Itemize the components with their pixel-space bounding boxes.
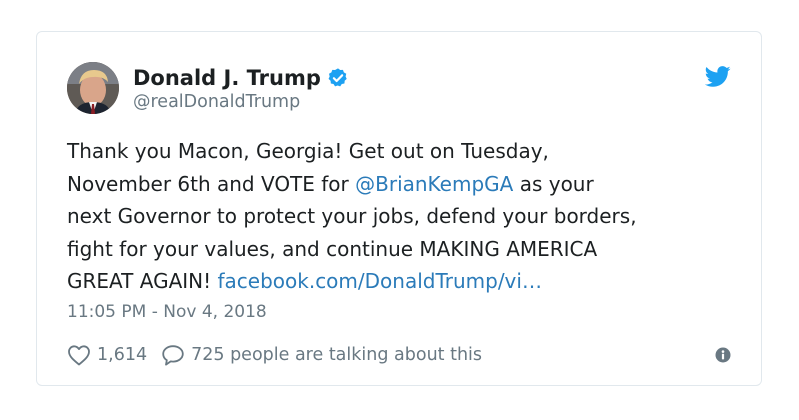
twitter-bird-icon[interactable]	[705, 66, 731, 88]
tweet-line: GREAT AGAIN! facebook.com/DonaldTrump/vi…	[67, 265, 747, 298]
tweet-text: Thank you Macon, Georgia! Get out on Tue…	[67, 135, 747, 298]
talking-count-text[interactable]: 725 people are talking about this	[191, 345, 482, 365]
author-name-row: Donald J. Trump	[133, 64, 349, 92]
info-icon[interactable]	[715, 347, 731, 363]
embedded-tweet-card: Donald J. Trump @realDonaldTrump Thank y…	[36, 31, 762, 386]
tweet-timestamp[interactable]: 11:05 PM - Nov 4, 2018	[67, 302, 267, 322]
tweet-actions: 1,614 725 people are talking about this	[67, 342, 482, 368]
tweet-line: November 6th and VOTE for @BrianKempGA a…	[67, 168, 747, 201]
external-url-link[interactable]: facebook.com/DonaldTrump/vi…	[217, 269, 541, 293]
likes-count[interactable]: 1,614	[97, 345, 147, 365]
tweet-text-segment: GREAT AGAIN!	[67, 269, 218, 293]
tweet-text-segment: November 6th and VOTE for	[67, 171, 356, 196]
conversation-link[interactable]: 725 people are talking about this	[161, 344, 482, 366]
verified-badge-icon	[328, 68, 347, 87]
heart-icon[interactable]	[67, 344, 91, 366]
author-avatar[interactable]	[67, 62, 119, 114]
tweet-text-segment: fight for your values, and continue MAKI…	[67, 236, 598, 261]
tweet-text-segment: as your	[513, 171, 594, 196]
author-handle[interactable]: @realDonaldTrump	[133, 92, 300, 112]
tweet-line: Thank you Macon, Georgia! Get out on Tue…	[67, 135, 747, 168]
tweet-text-segment: next Governor to protect your jobs, defe…	[67, 204, 637, 228]
speech-bubble-icon[interactable]	[161, 344, 185, 366]
tweet-line: fight for your values, and continue MAKI…	[67, 233, 747, 266]
tweet-text-segment: Thank you Macon, Georgia! Get out on Tue…	[67, 139, 549, 163]
avatar-photo	[67, 62, 119, 114]
mention-link[interactable]: @BrianKempGA	[355, 172, 513, 196]
tweet-line: next Governor to protect your jobs, defe…	[67, 200, 747, 233]
author-name[interactable]: Donald J. Trump	[133, 66, 321, 90]
